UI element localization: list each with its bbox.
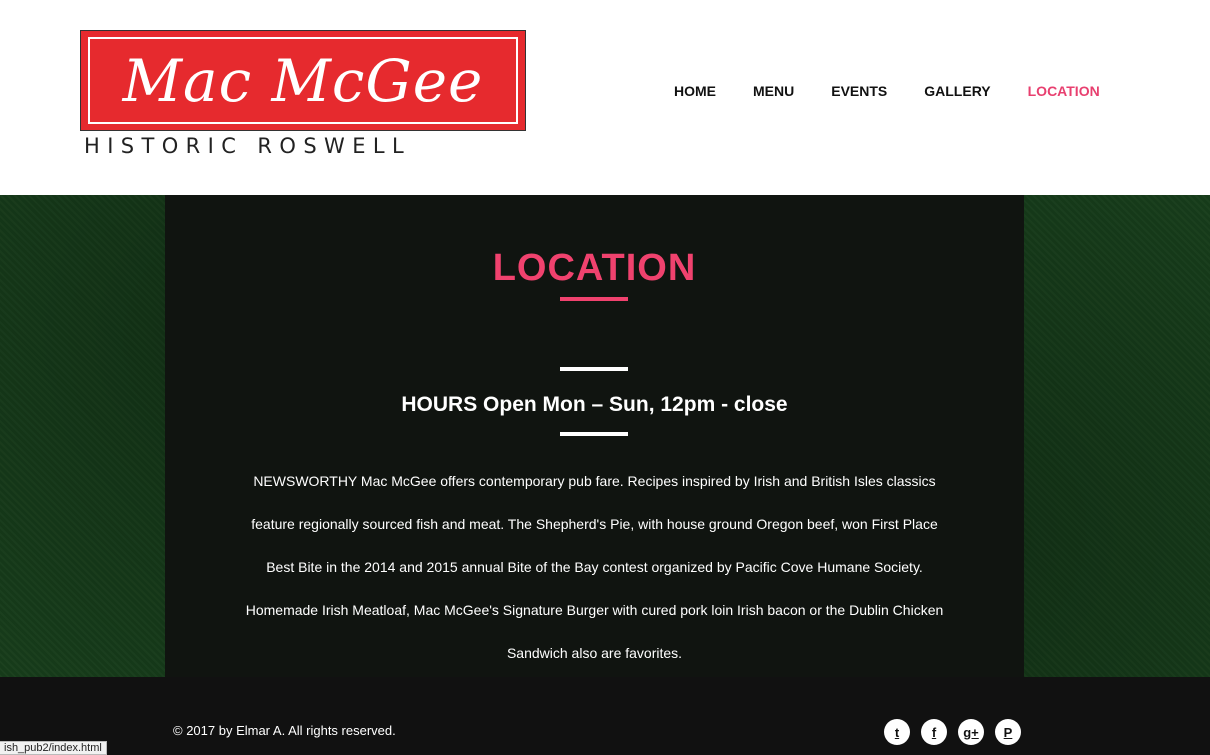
title-divider [560,297,628,301]
content-band: LOCATION HOURS Open Mon – Sun, 12pm - cl… [0,195,1210,677]
site-footer: © 2017 by Elmar A. All rights reserved. … [0,677,1210,755]
logo-border: Mac McGee [88,37,518,124]
pinterest-icon[interactable]: P [995,719,1021,745]
browser-status-url: ish_pub2/index.html [0,741,107,755]
logo-title: Mac McGee [122,46,484,115]
site-logo[interactable]: Mac McGee HISTORIC ROSWELL [80,30,526,158]
nav-gallery[interactable]: GALLERY [924,83,990,99]
hours-divider-top [560,367,628,371]
twitter-icon[interactable]: t [884,719,910,745]
logo-badge: Mac McGee [80,30,526,131]
social-links: t f g+ P [884,719,1021,745]
facebook-icon[interactable]: f [921,719,947,745]
site-header: Mac McGee HISTORIC ROSWELL HOME MENU EVE… [0,0,1210,195]
description-text: NEWSWORTHY Mac McGee offers contemporary… [245,473,944,661]
hours-heading: HOURS Open Mon – Sun, 12pm - close [401,393,788,416]
nav-events[interactable]: EVENTS [831,83,887,99]
hours-divider-bottom [560,432,628,436]
nav-home[interactable]: HOME [674,83,716,99]
google-plus-icon[interactable]: g+ [958,719,984,745]
nav-menu[interactable]: MENU [753,83,794,99]
location-panel: LOCATION HOURS Open Mon – Sun, 12pm - cl… [165,195,1024,677]
page-title: LOCATION [492,247,697,289]
main-nav: HOME MENU EVENTS GALLERY LOCATION [674,83,1100,99]
nav-location[interactable]: LOCATION [1028,83,1100,99]
copyright-text: © 2017 by Elmar A. All rights reserved. [173,723,396,738]
logo-subtitle: HISTORIC ROSWELL [84,134,412,158]
